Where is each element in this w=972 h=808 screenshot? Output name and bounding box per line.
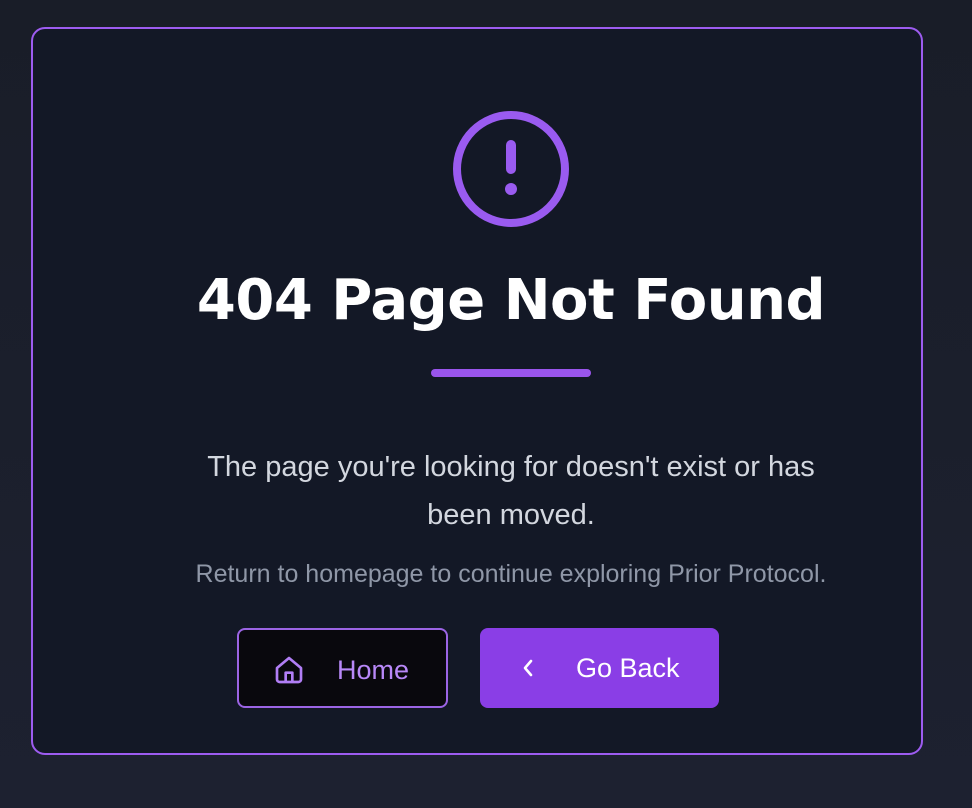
alert-circle-icon: [453, 111, 569, 227]
error-message-line-1: The page you're looking for doesn't exis…: [207, 451, 815, 483]
error-message: The page you're looking for doesn't exis…: [33, 443, 972, 539]
go-back-button[interactable]: Go Back: [480, 628, 719, 708]
title-divider: [431, 369, 591, 377]
error-subtext: Return to homepage to continue exploring…: [195, 560, 827, 588]
chevron-left-icon: [523, 659, 533, 677]
go-back-button-label: Go Back: [576, 653, 680, 683]
home-button[interactable]: Home: [237, 628, 448, 708]
home-button-label: Home: [337, 655, 410, 685]
error-card: 404 Page Not Found The page you're looki…: [31, 27, 923, 755]
page-title: 404 Page Not Found: [196, 268, 826, 333]
home-icon: [275, 656, 303, 684]
page-background: 404 Page Not Found The page you're looki…: [0, 0, 972, 808]
error-message-line-2: been moved.: [427, 499, 595, 531]
